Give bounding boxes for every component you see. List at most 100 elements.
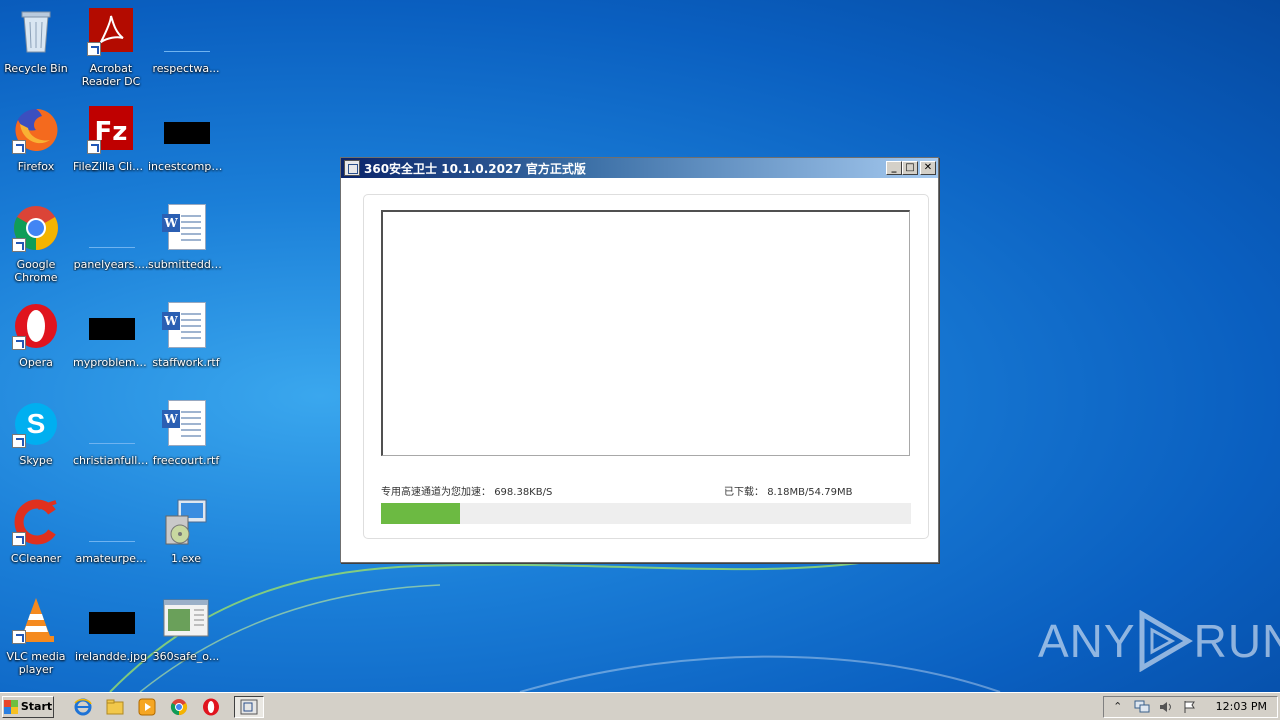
desktop-icon-label: Acrobat Reader DC: [81, 62, 141, 88]
desktop-icon-skype[interactable]: S Skype: [0, 400, 74, 467]
desktop-icon-label: staffwork.rtf: [152, 356, 220, 369]
opera-icon[interactable]: [200, 697, 222, 717]
desktop-icon-firefox[interactable]: Firefox: [0, 106, 74, 173]
desktop-icon-label: incestcompa...: [148, 160, 224, 173]
desktop-icon-acrobat[interactable]: Acrobat Reader DC: [73, 8, 149, 88]
desktop-icon-amateurpe[interactable]: amateurpe...: [73, 498, 149, 565]
media-player-icon[interactable]: [136, 697, 158, 717]
window-controls: _ □ ✕: [886, 161, 938, 175]
chrome-icon[interactable]: [168, 697, 190, 717]
download-stats: 专用高速通道为您加速： 698.38KB/S 已下载： 8.18MB/54.79…: [381, 483, 910, 498]
desktop-icon-myproblems[interactable]: myproblems...: [73, 302, 149, 369]
desktop-icon-recycle-bin[interactable]: Recycle Bin: [0, 8, 74, 75]
taskbar-button-installer[interactable]: [234, 695, 264, 718]
desktop-icon-filezilla[interactable]: Fz FileZilla Client: [73, 106, 149, 173]
shortcut-arrow-icon: [12, 238, 26, 252]
desktop-icon-freecourt[interactable]: W freecourt.rtf: [148, 400, 224, 467]
show-hidden-icons-chevron-icon[interactable]: ⌃: [1110, 699, 1126, 715]
minimize-button[interactable]: _: [886, 161, 902, 175]
desktop-icon-vlc[interactable]: VLC media player: [0, 596, 74, 676]
window-title: 360安全卫士 10.1.0.2027 官方正式版: [364, 161, 586, 176]
svg-text:S: S: [27, 408, 46, 439]
desktop-icon-respectwa[interactable]: respectwa...: [148, 8, 224, 75]
installer-window[interactable]: 360安全卫士 10.1.0.2027 官方正式版 _ □ ✕ 专用高速通道为您…: [340, 157, 939, 563]
system-tray: ⌃ 12:03 PM: [1102, 695, 1278, 718]
recycle-bin-icon: [12, 8, 60, 56]
application-window-icon: [162, 596, 210, 644]
action-center-flag-icon[interactable]: [1182, 699, 1198, 715]
black-thumbnail-icon: [162, 106, 210, 154]
filezilla-icon: Fz: [87, 106, 135, 154]
desktop-icon-360safe[interactable]: 360safe_o...: [148, 596, 224, 663]
start-button[interactable]: Start: [2, 695, 54, 718]
shortcut-arrow-icon: [12, 140, 26, 154]
acrobat-icon: [87, 8, 135, 56]
speed-stat: 专用高速通道为您加速： 698.38KB/S: [381, 483, 552, 498]
app-icon: [344, 160, 360, 176]
shortcut-arrow-icon: [12, 532, 26, 546]
desktop-icon-incestcompa[interactable]: incestcompa...: [148, 106, 224, 173]
progress-fill: [381, 503, 460, 524]
network-icon[interactable]: [1134, 699, 1150, 715]
content-area: [381, 210, 910, 456]
explorer-icon[interactable]: [104, 697, 126, 717]
watermark-text-right: RUN: [1193, 615, 1280, 667]
volume-icon[interactable]: [1158, 699, 1174, 715]
shortcut-arrow-icon: [87, 42, 101, 56]
window-titlebar[interactable]: 360安全卫士 10.1.0.2027 官方正式版 _ □ ✕: [341, 158, 938, 178]
skype-icon: S: [12, 400, 60, 448]
desktop-icon-label: Recycle Bin: [4, 62, 68, 75]
downloaded-value: 8.18MB/54.79MB: [767, 487, 853, 498]
desktop-icon-staffwork[interactable]: W staffwork.rtf: [148, 302, 224, 369]
desktop-icon-label: freecourt.rtf: [152, 454, 220, 467]
close-button[interactable]: ✕: [920, 161, 936, 175]
desktop-icon-irelandde[interactable]: irelandde.jpg: [73, 596, 149, 663]
installer-icon: [162, 498, 210, 546]
desktop-icon-submitteddu[interactable]: W submitteddu...: [148, 204, 224, 271]
ie-icon[interactable]: [72, 697, 94, 717]
shortcut-arrow-icon: [12, 336, 26, 350]
desktop-icon-opera[interactable]: Opera: [0, 302, 74, 369]
blank-file-icon: [87, 400, 135, 448]
watermark-text-left: ANY: [1038, 615, 1136, 667]
chrome-icon: [12, 204, 60, 252]
shortcut-arrow-icon: [12, 630, 26, 644]
shortcut-arrow-icon: [87, 140, 101, 154]
vlc-cone-icon: [12, 596, 60, 644]
desktop-icon-1exe[interactable]: 1.exe: [148, 498, 224, 565]
anyrun-watermark: ANY RUN: [1038, 606, 1280, 676]
desktop-icon-google-chrome[interactable]: Google Chrome: [0, 204, 74, 284]
maximize-button[interactable]: □: [902, 161, 918, 175]
desktop-icon-label: respectwa...: [152, 62, 220, 75]
desktop-icon-label: Firefox: [17, 160, 55, 173]
desktop-icon-label: panelyears....: [73, 258, 149, 271]
ccleaner-icon: [12, 498, 60, 546]
desktop-icon-label: amateurpe...: [75, 552, 147, 565]
desktop-icon-label: Skype: [19, 454, 53, 467]
taskbar-clock[interactable]: 12:03 PM: [1216, 700, 1267, 713]
desktop-icon-label: VLC media player: [6, 650, 66, 676]
desktop-icon-panelyears[interactable]: panelyears....: [73, 204, 149, 271]
installer-task-icon: [240, 699, 258, 714]
desktop-icon-christianfull[interactable]: christianfull....: [73, 400, 149, 467]
windows-flag-icon: [3, 699, 18, 714]
opera-icon: [12, 302, 60, 350]
word-document-icon: W: [162, 302, 210, 350]
firefox-icon: [12, 106, 60, 154]
desktop-icon-label: CCleaner: [10, 552, 62, 565]
downloaded-stat: 已下载： 8.18MB/54.79MB: [724, 483, 852, 498]
desktop-icon-label: myproblems...: [73, 356, 149, 369]
desktop-icon-ccleaner[interactable]: CCleaner: [0, 498, 74, 565]
start-label: Start: [20, 700, 53, 713]
word-document-icon: W: [162, 204, 210, 252]
speed-value: 698.38KB/S: [494, 487, 553, 498]
blank-file-icon: [87, 204, 135, 252]
desktop-icon-label: 1.exe: [170, 552, 201, 565]
desktop-icon-label: Opera: [19, 356, 53, 369]
desktop-icon-label: irelandde.jpg: [74, 650, 148, 663]
desktop-icon-label: 360safe_o...: [152, 650, 220, 663]
play-triangle-icon: [1139, 610, 1193, 672]
desktop-icon-label: submitteddu...: [148, 258, 224, 271]
speed-label: 专用高速通道为您加速：: [381, 487, 491, 498]
word-document-icon: W: [162, 400, 210, 448]
